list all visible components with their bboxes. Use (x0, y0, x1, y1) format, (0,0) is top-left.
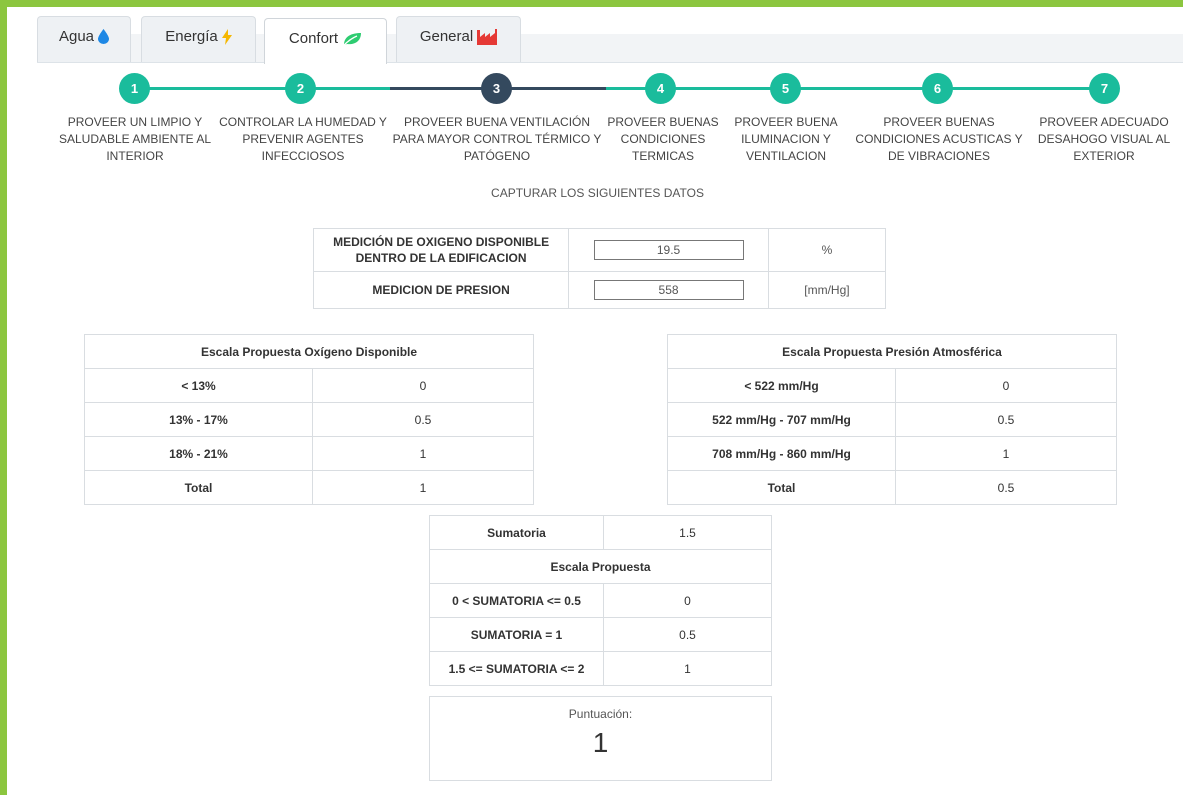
oxygen-scale-title: Escala Propuesta Oxígeno Disponible (84, 334, 534, 369)
total-label: Total (667, 470, 896, 505)
table-row: MEDICIÓN DE OXIGENO DISPONIBLE DENTRO DE… (312, 228, 887, 272)
pressure-input[interactable] (593, 280, 744, 300)
oxygen-label: MEDICIÓN DE OXIGENO DISPONIBLE DENTRO DE… (312, 228, 570, 272)
score-cell: 0.5 (312, 402, 534, 437)
progress-stepper: 1 2 3 4 5 6 7 PROVEER UN LIMPIO Y SALUDAB… (0, 70, 1183, 170)
table-row: 1.5 <= SUMATORIA <= 2 1 (429, 651, 772, 686)
table-row: < 13% 0 (84, 368, 534, 403)
pressure-unit: [mm/Hg] (767, 271, 887, 309)
step-1[interactable]: 1 (119, 73, 150, 104)
oxygen-unit: % (767, 228, 887, 272)
table-row: 522 mm/Hg - 707 mm/Hg 0.5 (667, 402, 1117, 437)
step-1-label: PROVEER UN LIMPIO Y SALUDABLE AMBIENTE AL… (58, 115, 212, 163)
tab-energia[interactable]: Energía (141, 16, 256, 62)
pressure-scale-table: Escala Propuesta Presión Atmosférica < 5… (667, 334, 1117, 505)
range-cell: < 13% (84, 368, 313, 403)
score-cell: 0.5 (603, 617, 772, 652)
tab-general[interactable]: General (396, 16, 521, 62)
score-value: 1 (592, 727, 609, 758)
table-row: MEDICION DE PRESION [mm/Hg] (312, 271, 887, 309)
pressure-value-cell (568, 271, 769, 309)
score-cell: 1 (895, 436, 1117, 471)
sum-scale-title: Escala Propuesta (429, 549, 772, 584)
range-cell: 13% - 17% (84, 402, 313, 437)
table-row: 0 < SUMATORIA <= 0.5 0 (429, 583, 772, 618)
table-header-row: Escala Propuesta Presión Atmosférica (667, 334, 1117, 369)
total-label: Total (84, 470, 313, 505)
step-4-label: PROVEER BUENAS CONDICIONES TERMICAS (607, 115, 719, 163)
tab-label: Confort (288, 30, 339, 47)
step-connector-upcoming (606, 87, 1106, 90)
step-6[interactable]: 6 (922, 73, 953, 104)
step-2[interactable]: 2 (285, 73, 316, 104)
table-row: Total 0.5 (667, 470, 1117, 505)
factory-icon (477, 28, 498, 45)
range-cell: 708 mm/Hg - 860 mm/Hg (667, 436, 896, 471)
step-4[interactable]: 4 (645, 73, 676, 104)
step-3-label: PROVEER BUENA VENTILACIÓN PARA MAYOR CONT… (392, 115, 602, 163)
sum-label: Sumatoria (429, 515, 604, 550)
score-cell: 0 (895, 368, 1117, 403)
lightning-icon (221, 28, 232, 45)
score-cell: 0 (603, 583, 772, 618)
step-6-label: PROVEER BUENAS CONDICIONES ACUSTICAS Y DE … (855, 115, 1023, 163)
water-drop-icon (98, 29, 110, 44)
step-2-label: CONTROLAR LA HUMEDAD Y PREVENIR AGENTES IN… (219, 115, 387, 163)
step-7[interactable]: 7 (1089, 73, 1120, 104)
range-cell: 0 < SUMATORIA <= 0.5 (429, 583, 604, 618)
capture-heading: CAPTURAR LOS SIGUIENTES DATOS (491, 186, 704, 200)
score-cell: 1 (312, 436, 534, 471)
range-cell: 522 mm/Hg - 707 mm/Hg (667, 402, 896, 437)
pressure-label: MEDICION DE PRESION (312, 271, 570, 309)
oxygen-scale-table: Escala Propuesta Oxígeno Disponible < 13… (84, 334, 534, 505)
pressure-scale-title: Escala Propuesta Presión Atmosférica (667, 334, 1117, 369)
tab-label: Agua (58, 28, 95, 45)
table-header-row: Escala Propuesta (429, 549, 772, 584)
table-row: 18% - 21% 1 (84, 436, 534, 471)
step-5-label: PROVEER BUENA ILUMINACION Y VENTILACION (734, 115, 838, 163)
table-row: < 522 mm/Hg 0 (667, 368, 1117, 403)
score-cell: 1 (603, 651, 772, 686)
total-value: 0.5 (895, 470, 1117, 505)
score-label: Puntuación: (568, 707, 633, 721)
step-3-current[interactable]: 3 (481, 73, 512, 104)
range-cell: 18% - 21% (84, 436, 313, 471)
table-row: Sumatoria 1.5 (429, 515, 772, 550)
table-row: SUMATORIA = 1 0.5 (429, 617, 772, 652)
tab-confort[interactable]: Confort (264, 18, 387, 64)
tab-label: Energía (165, 28, 218, 45)
score-box: Puntuación: 1 (429, 696, 772, 781)
step-5[interactable]: 5 (770, 73, 801, 104)
tab-label: General (419, 28, 474, 45)
table-row: 708 mm/Hg - 860 mm/Hg 1 (667, 436, 1117, 471)
tab-bar: Agua Energía Confort General (7, 7, 1183, 64)
range-cell: < 522 mm/Hg (667, 368, 896, 403)
leaf-icon (342, 32, 362, 46)
oxygen-value-cell (568, 228, 769, 272)
tab-agua[interactable]: Agua (37, 16, 131, 62)
measurement-input-table: MEDICIÓN DE OXIGENO DISPONIBLE DENTRO DE… (312, 228, 887, 309)
table-header-row: Escala Propuesta Oxígeno Disponible (84, 334, 534, 369)
step-7-label: PROVEER ADECUADO DESAHOGO VISUAL AL EXTERI… (1037, 115, 1171, 163)
summation-table: Sumatoria 1.5 Escala Propuesta 0 < SUMAT… (429, 515, 772, 686)
range-cell: SUMATORIA = 1 (429, 617, 604, 652)
sum-value: 1.5 (603, 515, 772, 550)
table-row: Total 1 (84, 470, 534, 505)
oxygen-input[interactable] (593, 240, 744, 260)
total-value: 1 (312, 470, 534, 505)
range-cell: 1.5 <= SUMATORIA <= 2 (429, 651, 604, 686)
score-cell: 0.5 (895, 402, 1117, 437)
score-cell: 0 (312, 368, 534, 403)
table-row: 13% - 17% 0.5 (84, 402, 534, 437)
